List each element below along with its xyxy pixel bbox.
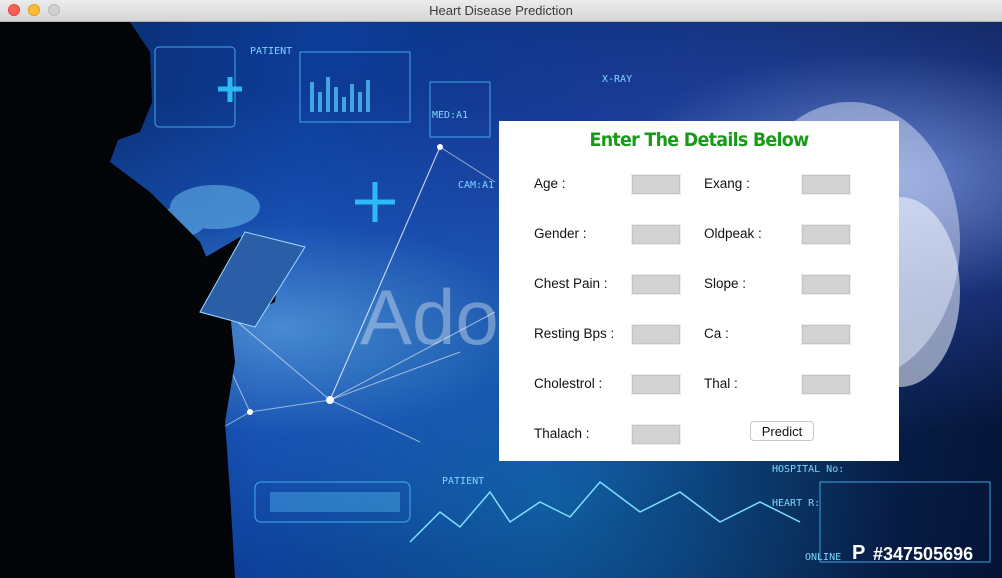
hud-label: CAM:A1	[458, 180, 495, 191]
stock-id: #347505696	[873, 544, 974, 564]
exang-label: Exang :	[704, 176, 750, 191]
oldpeak-label: Oldpeak :	[704, 226, 762, 241]
hud-label: HOSPITAL No:	[772, 464, 845, 475]
oldpeak-input[interactable]	[801, 224, 851, 245]
age-input[interactable]	[631, 174, 681, 195]
gender-label: Gender :	[534, 226, 587, 241]
slope-label: Slope :	[704, 276, 747, 291]
hud-label: PATIENT	[250, 46, 293, 57]
gender-input[interactable]	[631, 224, 681, 245]
predict-button[interactable]: Predict	[750, 421, 814, 441]
thalach-label: Thalach :	[534, 426, 590, 441]
form-title: Enter The Details Below	[589, 129, 809, 151]
cholestrol-input[interactable]	[631, 374, 681, 395]
resting-bps-label: Resting Bps :	[534, 326, 615, 341]
hud-label: ONLINE	[805, 552, 842, 563]
cholestrol-label: Cholestrol :	[534, 376, 603, 391]
age-label: Age :	[534, 176, 566, 191]
thal-input[interactable]	[801, 374, 851, 395]
hud-label: HEART R:	[772, 498, 821, 509]
thal-label: Thal :	[704, 376, 738, 391]
hud-label: MED:A1	[432, 110, 469, 121]
hud-label: X-RAY	[602, 74, 633, 85]
details-form-panel: Enter The Details Below Age : Gender : C…	[499, 121, 899, 461]
thalach-input[interactable]	[631, 424, 681, 445]
window-title: Heart Disease Prediction	[429, 3, 573, 18]
chest-pain-input[interactable]	[631, 274, 681, 295]
slope-input[interactable]	[801, 274, 851, 295]
ca-label: Ca :	[704, 326, 729, 341]
hud-label: PATIENT	[442, 476, 485, 487]
exang-input[interactable]	[801, 174, 851, 195]
resting-bps-input[interactable]	[631, 324, 681, 345]
stock-logo: P	[852, 542, 866, 564]
chest-pain-label: Chest Pain :	[534, 276, 608, 291]
watermark-text: Ado	[360, 273, 499, 361]
ca-input[interactable]	[801, 324, 851, 345]
window-titlebar: Heart Disease Prediction	[0, 0, 1002, 22]
